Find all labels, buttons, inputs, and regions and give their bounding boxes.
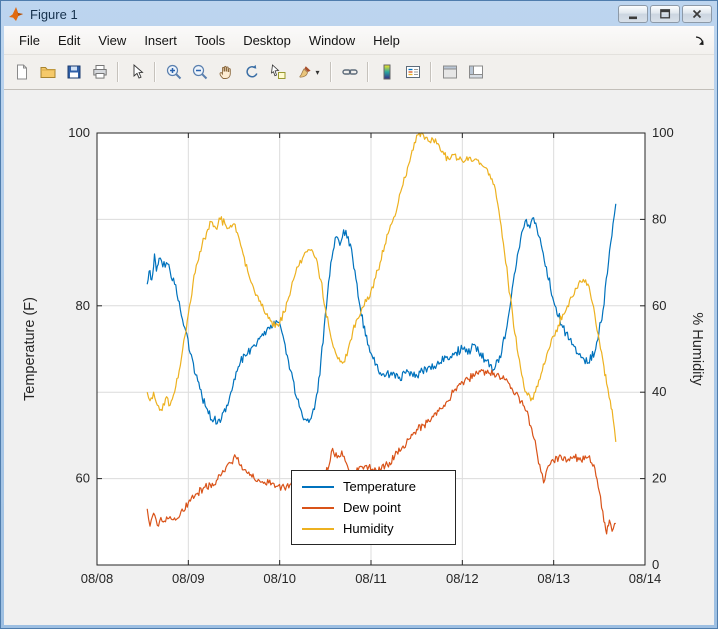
x-tick-label: 08/08 bbox=[81, 571, 114, 586]
link-plot-icon bbox=[341, 63, 359, 81]
menu-desktop[interactable]: Desktop bbox=[234, 29, 300, 52]
menu-file[interactable]: File bbox=[10, 29, 49, 52]
hand-pan-icon bbox=[217, 63, 235, 81]
left-tick-label: 80 bbox=[76, 298, 90, 313]
open-folder-icon bbox=[39, 63, 57, 81]
x-tick-label: 08/10 bbox=[263, 571, 296, 586]
menu-help[interactable]: Help bbox=[364, 29, 409, 52]
legend-item-humidity[interactable]: Humidity bbox=[292, 518, 455, 539]
data-cursor-button[interactable] bbox=[265, 60, 290, 85]
rotate-3d-icon bbox=[243, 63, 261, 81]
legend-line-sample-dew-point bbox=[302, 507, 334, 509]
hide-plot-tools-button[interactable] bbox=[437, 60, 462, 85]
window-title: Figure 1 bbox=[30, 7, 78, 22]
show-plot-tools-button[interactable] bbox=[463, 60, 488, 85]
arrow-cursor-icon bbox=[128, 63, 146, 81]
insert-legend-button[interactable] bbox=[400, 60, 425, 85]
legend-label: Dew point bbox=[343, 500, 401, 515]
zoom-out-button[interactable] bbox=[187, 60, 212, 85]
left-tick-label: 100 bbox=[68, 125, 90, 140]
zoom-in-icon bbox=[165, 63, 183, 81]
minimize-button[interactable] bbox=[618, 5, 648, 23]
legend-label: Temperature bbox=[343, 479, 416, 494]
x-tick-label: 08/12 bbox=[446, 571, 479, 586]
insert-legend-icon bbox=[404, 63, 422, 81]
menu-window[interactable]: Window bbox=[300, 29, 364, 52]
hide-plot-tools-icon bbox=[441, 63, 459, 81]
maximize-button[interactable] bbox=[650, 5, 680, 23]
left-axis-label: Temperature (F) bbox=[22, 297, 38, 401]
dock-figure-icon[interactable] bbox=[693, 34, 708, 47]
menu-view[interactable]: View bbox=[89, 29, 135, 52]
right-tick-label: 20 bbox=[652, 471, 666, 486]
right-tick-label: 60 bbox=[652, 298, 666, 313]
brush-dropdown-icon: ▾ bbox=[315, 68, 319, 77]
minimize-icon bbox=[625, 7, 641, 21]
brush-icon bbox=[296, 63, 314, 81]
figure-window: Figure 1 File Edit View Insert Tools Des… bbox=[0, 0, 718, 629]
x-tick-label: 08/09 bbox=[172, 571, 205, 586]
legend-line-sample-temperature bbox=[302, 486, 334, 488]
figure-canvas[interactable]: 08/08 08/09 08/10 08/11 08/12 08/13 08/14 60 80 1… bbox=[4, 90, 714, 625]
maximize-icon bbox=[657, 7, 673, 21]
menubar: File Edit View Insert Tools Desktop Wind… bbox=[4, 26, 714, 55]
new-figure-button[interactable] bbox=[9, 60, 34, 85]
edit-plot-button[interactable] bbox=[124, 60, 149, 85]
toolbar-separator bbox=[154, 62, 156, 82]
toolbar-separator bbox=[117, 62, 119, 82]
toolbar-separator bbox=[330, 62, 332, 82]
figure-toolbar: ▾ bbox=[4, 55, 714, 90]
insert-colorbar-icon bbox=[378, 63, 396, 81]
titlebar[interactable]: Figure 1 bbox=[4, 0, 714, 26]
printer-icon bbox=[91, 63, 109, 81]
matlab-figure-icon bbox=[8, 6, 24, 22]
rotate-3d-button[interactable] bbox=[239, 60, 264, 85]
right-tick-label: 80 bbox=[652, 211, 666, 226]
toolbar-separator bbox=[367, 62, 369, 82]
brush-data-button[interactable]: ▾ bbox=[291, 60, 325, 85]
right-tick-label: 100 bbox=[652, 125, 674, 140]
open-file-button[interactable] bbox=[35, 60, 60, 85]
legend-item-temperature[interactable]: Temperature bbox=[292, 476, 455, 497]
toolbar-separator bbox=[430, 62, 432, 82]
menu-tools[interactable]: Tools bbox=[186, 29, 234, 52]
legend-line-sample-humidity bbox=[302, 528, 334, 530]
x-tick-label: 08/13 bbox=[537, 571, 570, 586]
data-cursor-icon bbox=[269, 63, 287, 81]
save-floppy-icon bbox=[65, 63, 83, 81]
legend-label: Humidity bbox=[343, 521, 394, 536]
x-tick-label: 08/11 bbox=[355, 571, 387, 586]
pan-button[interactable] bbox=[213, 60, 238, 85]
menu-edit[interactable]: Edit bbox=[49, 29, 89, 52]
new-figure-icon bbox=[13, 63, 31, 81]
show-plot-tools-icon bbox=[467, 63, 485, 81]
legend-item-dew-point[interactable]: Dew point bbox=[292, 497, 455, 518]
right-tick-label: 0 bbox=[652, 557, 659, 572]
zoom-out-icon bbox=[191, 63, 209, 81]
right-tick-label: 40 bbox=[652, 384, 666, 399]
print-figure-button[interactable] bbox=[87, 60, 112, 85]
close-icon bbox=[689, 7, 705, 21]
zoom-in-button[interactable] bbox=[161, 60, 186, 85]
legend[interactable]: Temperature Dew point Humidity bbox=[291, 470, 456, 545]
left-tick-label: 60 bbox=[76, 471, 90, 486]
link-plot-button[interactable] bbox=[337, 60, 362, 85]
x-tick-label: 08/14 bbox=[629, 571, 662, 586]
right-axis-label: % Humidity bbox=[689, 312, 705, 386]
close-button[interactable] bbox=[682, 5, 712, 23]
insert-colorbar-button[interactable] bbox=[374, 60, 399, 85]
menu-insert[interactable]: Insert bbox=[135, 29, 186, 52]
save-figure-button[interactable] bbox=[61, 60, 86, 85]
